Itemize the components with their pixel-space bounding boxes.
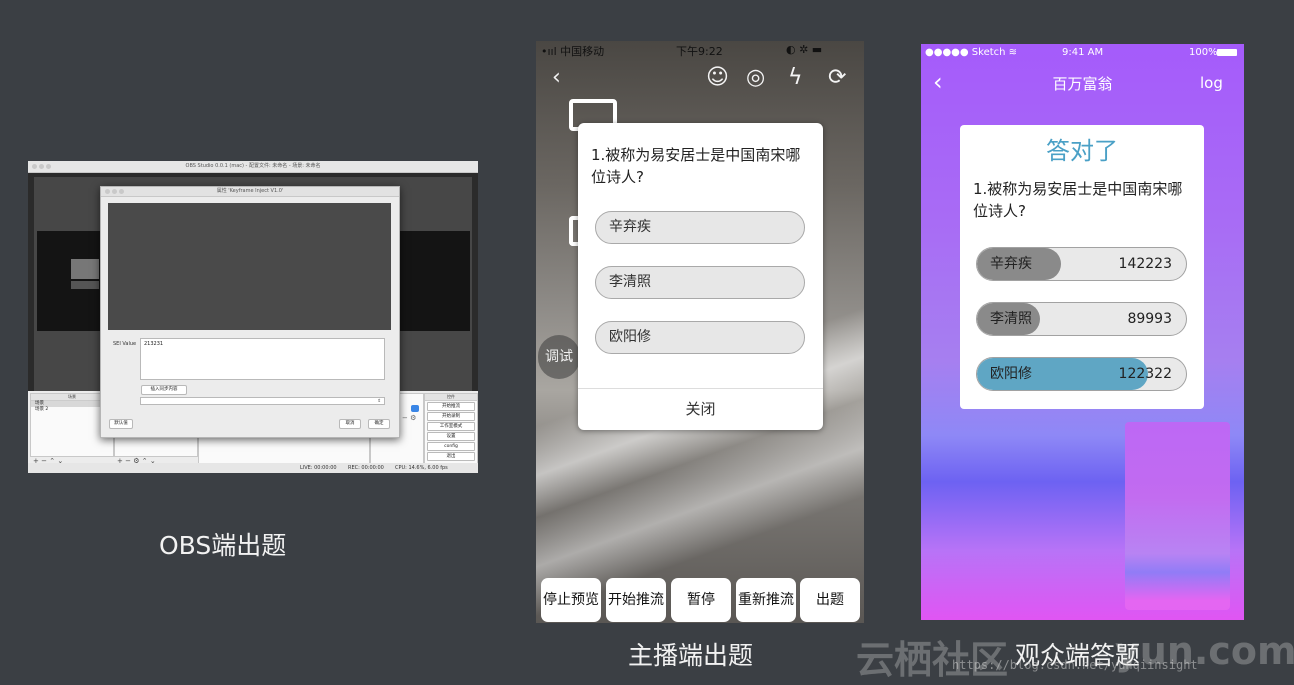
beauty-face-icon[interactable]: ☺ — [706, 65, 729, 90]
obs-caption: OBS端出题 — [159, 531, 287, 560]
answer-label: 李清照 — [990, 311, 1032, 327]
nav-title: 百万富翁 — [1052, 75, 1113, 93]
rec-timer: REC: 00:00:00 — [348, 465, 384, 471]
sei-value-field[interactable]: 213231 — [140, 338, 385, 380]
carrier-label: •ııl 中国移动 — [541, 45, 605, 58]
option-button[interactable]: 欧阳修 — [595, 321, 805, 354]
obs-source-thumbnail-2 — [71, 281, 99, 289]
minimize-dot-icon[interactable] — [112, 189, 117, 194]
tools-icon[interactable]: − ⚙ — [402, 414, 416, 422]
question-text: 1.被称为易安居士是中国南宋哪位诗人? — [591, 146, 801, 186]
answer-label: 欧阳修 — [990, 366, 1032, 382]
obs-window: OBS Studio 0.0.1 (mac) - 配置文件: 未命名 - 场景:… — [28, 161, 478, 473]
studio-mode-button[interactable]: 工作室模式 — [427, 422, 475, 431]
clock-label: 9:41 AM — [1062, 47, 1104, 58]
close-dot-icon[interactable] — [105, 189, 110, 194]
host-statusbar: •ııl 中国移动 下午9:22 ◐ ✲ ▬ — [536, 41, 864, 59]
watermark-url: https://blog.csdn.net/yunqiinsight — [952, 658, 1198, 672]
log-button[interactable]: log — [1200, 74, 1223, 92]
settings-button[interactable]: 设置 — [427, 432, 475, 441]
back-icon[interactable]: ‹ — [552, 65, 561, 90]
defaults-button[interactable]: 默认值 — [109, 419, 133, 429]
dialog-title: 属性 'Keyframe Inject V1.0' — [101, 187, 399, 197]
option-button[interactable]: 李清照 — [595, 266, 805, 299]
controls-header: 控件 — [425, 394, 477, 401]
answer-bar: 李清照 89993 — [976, 302, 1187, 336]
sei-label: SEI Value — [113, 341, 137, 347]
result-title: 答对了 — [1046, 137, 1118, 165]
obs-titlebar: OBS Studio 0.0.1 (mac) - 配置文件: 未命名 - 场景:… — [28, 161, 478, 173]
answer-count: 122322 — [1118, 366, 1172, 382]
start-streaming-button[interactable]: 开始推流 — [606, 578, 666, 622]
status-icons: ◐ ✲ ▬ — [786, 43, 823, 56]
answer-bar: 辛弃疾 142223 — [976, 247, 1187, 281]
live-timer: LIVE: 00:00:00 — [300, 465, 337, 471]
ask-question-button[interactable]: 出题 — [800, 578, 860, 622]
stop-preview-button[interactable]: 停止预览 — [541, 578, 601, 622]
question-card: 1.被称为易安居士是中国南宋哪位诗人? 辛弃疾 李清照 欧阳修 关闭 — [578, 123, 823, 430]
obs-source-thumbnail — [71, 259, 99, 279]
obs-statusbar: LIVE: 00:00:00 REC: 00:00:00 CPU: 14.6%,… — [28, 463, 478, 473]
insert-sync-button[interactable]: 插入同步内容 — [141, 385, 187, 395]
answer-count: 89993 — [1127, 311, 1172, 327]
question-text: 1.被称为易安居士是中国南宋哪位诗人? — [973, 180, 1183, 220]
sync-select[interactable]: ⇕ — [140, 397, 385, 405]
flash-icon[interactable]: ϟ — [788, 65, 803, 90]
answer-bar: 欧阳修 122322 — [976, 357, 1187, 391]
spin-icon[interactable] — [411, 405, 419, 412]
pause-button[interactable]: 暂停 — [671, 578, 731, 622]
ok-button[interactable]: 确定 — [368, 419, 390, 429]
obs-window-title: OBS Studio 0.0.1 (mac) - 配置文件: 未命名 - 场景:… — [185, 163, 321, 169]
start-streaming-button[interactable]: 开始推流 — [427, 402, 475, 411]
debug-chip[interactable]: 调试 — [538, 335, 580, 379]
answer-result-card: 答对了 1.被称为易安居士是中国南宋哪位诗人? 辛弃疾 142223 李清照 8… — [960, 125, 1204, 409]
answer-count: 142223 — [1118, 256, 1172, 272]
clock-label: 下午9:22 — [676, 45, 723, 58]
cpu-readout: CPU: 14.6%, 6.00 fps — [395, 465, 448, 471]
host-caption: 主播端出题 — [628, 641, 754, 670]
start-recording-button[interactable]: 开始录制 — [427, 412, 475, 421]
battery-icon — [1217, 49, 1237, 56]
option-button[interactable]: 辛弃疾 — [595, 211, 805, 244]
zoom-dot-icon[interactable] — [119, 189, 124, 194]
config-button[interactable]: config — [427, 442, 475, 451]
answer-label: 辛弃疾 — [990, 256, 1032, 272]
battery-label: 100% — [1189, 47, 1218, 58]
dialog-preview — [108, 203, 391, 330]
watermark-brand: 云栖社区 — [856, 638, 1009, 682]
music-icon[interactable]: ◎ — [746, 65, 765, 90]
host-phone-screen: •ııl 中国移动 下午9:22 ◐ ✲ ▬ ‹ ☺ ◎ ϟ ⟳ 调试 1.被称… — [536, 41, 864, 623]
live-video-thumbnail[interactable] — [1125, 422, 1230, 610]
camera-switch-icon[interactable]: ⟳ — [828, 65, 846, 90]
close-button[interactable]: 关闭 — [578, 389, 823, 429]
controls-dock: 控件 开始推流 开始录制 工作室模式 设置 config 退出 — [424, 393, 478, 465]
audience-statusbar: ●●●●● Sketch ≋ 9:41 AM 100% — [921, 44, 1244, 62]
cancel-button[interactable]: 取消 — [339, 419, 361, 429]
carrier-label: ●●●●● Sketch ≋ — [925, 47, 1018, 58]
properties-dialog: 属性 'Keyframe Inject V1.0' SEI Value 2132… — [100, 186, 400, 438]
exit-button[interactable]: 退出 — [427, 452, 475, 461]
audience-phone-screen: ●●●●● Sketch ≋ 9:41 AM 100% ‹ 百万富翁 log 答… — [921, 44, 1244, 620]
restream-button[interactable]: 重新推流 — [736, 578, 796, 622]
obs-source-right — [400, 231, 470, 331]
